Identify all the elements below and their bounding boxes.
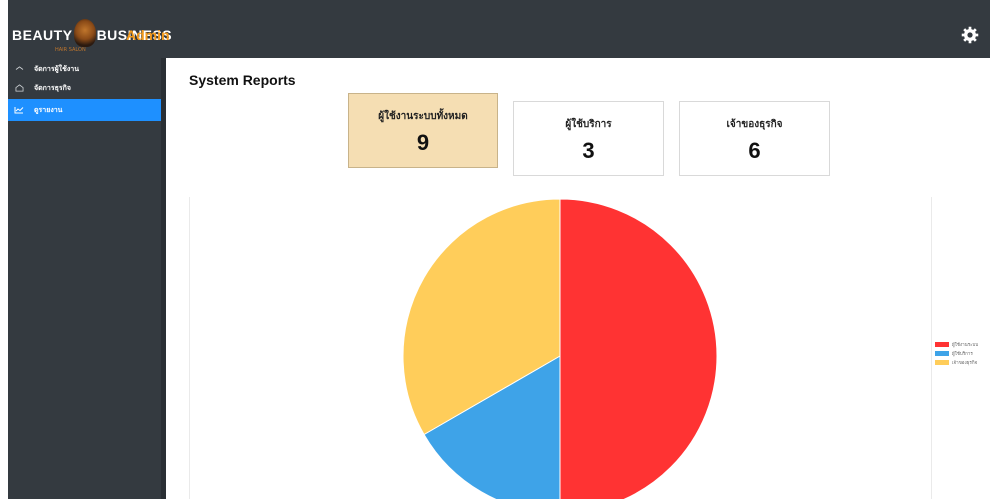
legend-label: ผู้ใช้งานระบบ xyxy=(952,343,979,348)
legend-swatch xyxy=(935,342,949,347)
legend-swatch xyxy=(935,360,949,365)
legend-item[interactable]: ผู้ใช้งานระบบ xyxy=(935,340,990,349)
pie-chart xyxy=(402,198,718,499)
legend-label: เจ้าของธุรกิจ xyxy=(952,361,978,366)
legend-item[interactable]: เจ้าของธุรกิจ xyxy=(935,358,990,367)
legend-label: ผู้ใช้บริการ xyxy=(952,352,973,357)
legend-swatch xyxy=(935,351,949,356)
chart-legend: ผู้ใช้งานระบบผู้ใช้บริการเจ้าของธุรกิจ xyxy=(935,340,990,367)
legend-item[interactable]: ผู้ใช้บริการ xyxy=(935,349,990,358)
pie-slice-0[interactable] xyxy=(559,198,718,499)
